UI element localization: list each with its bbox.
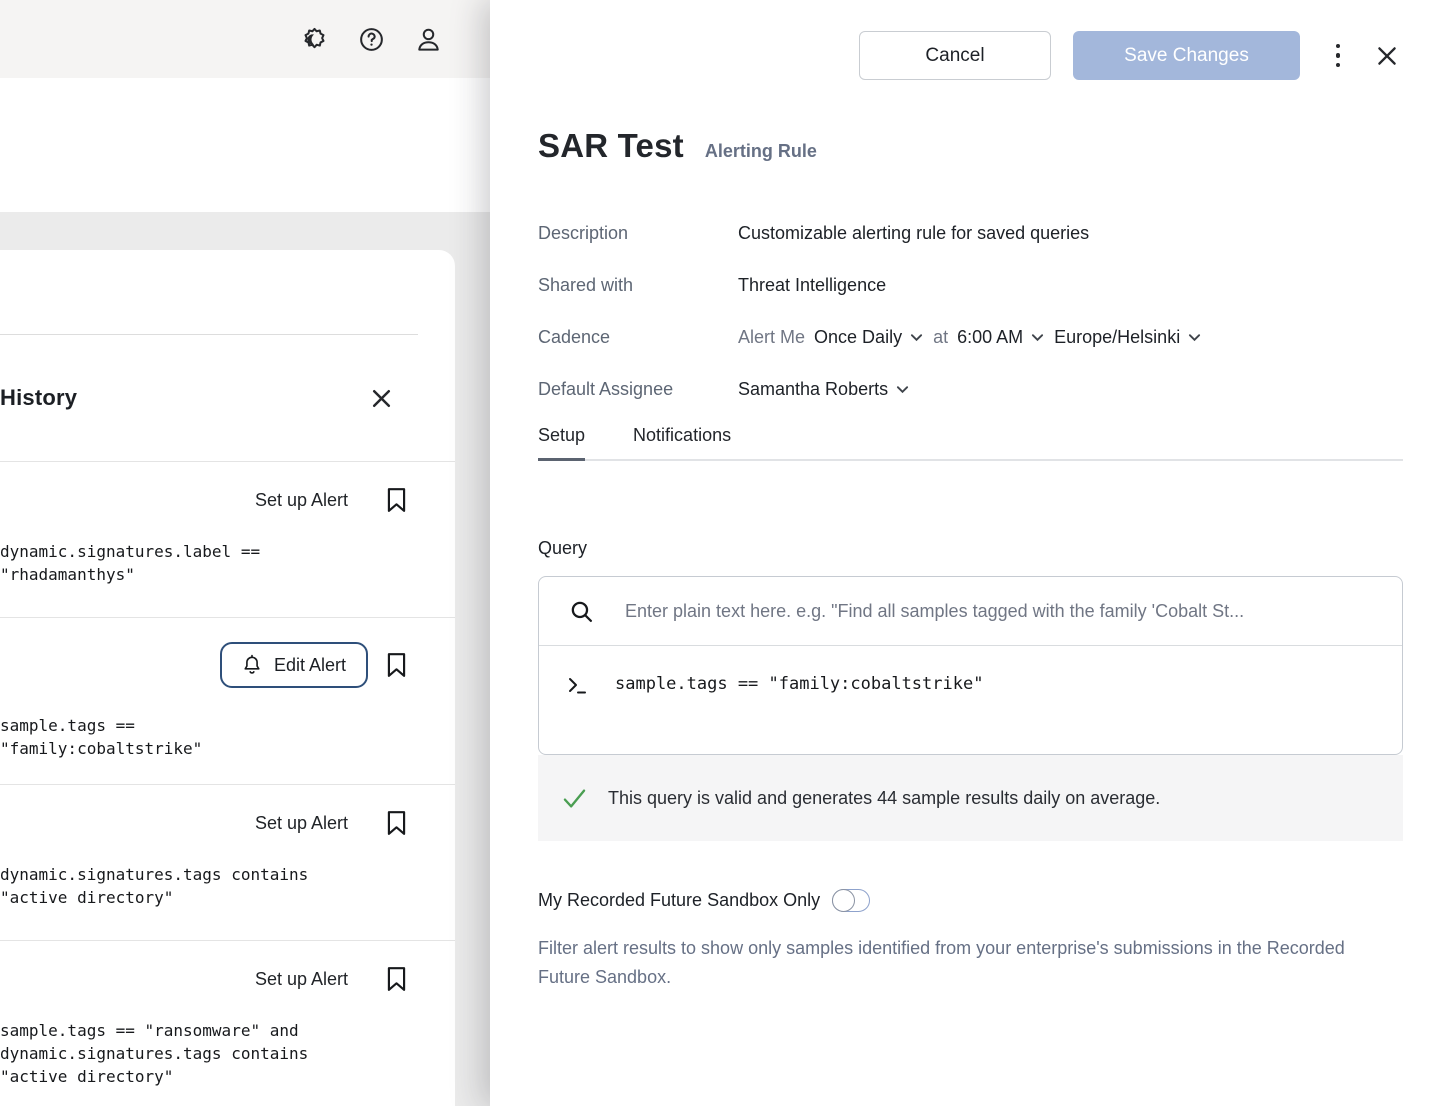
divider [0, 250, 418, 335]
alerting-rule-modal: Cancel Save Changes SAR Test Alerting Ru… [490, 0, 1432, 1106]
sandbox-only-toggle[interactable] [832, 889, 870, 912]
save-changes-button[interactable]: Save Changes [1073, 31, 1300, 80]
description-row: Description Customizable alerting rule f… [538, 223, 1403, 244]
search-icon [567, 597, 595, 625]
history-query[interactable]: dynamic.signatures.label == "rhadamanthy… [0, 540, 455, 586]
query-editor-value[interactable]: sample.tags == "family:cobaltstrike" [615, 671, 983, 694]
bookmark-icon[interactable] [382, 809, 410, 837]
history-close-icon[interactable] [367, 384, 395, 412]
page-title: SAR Test [538, 127, 684, 165]
chevron-down-icon [909, 331, 924, 344]
cadence-time-dropdown[interactable]: 6:00 AM [957, 327, 1045, 348]
sandbox-only-label: My Recorded Future Sandbox Only [538, 890, 820, 911]
kebab-menu-icon[interactable] [1323, 39, 1353, 73]
sandbox-help-text: Filter alert results to show only sample… [538, 934, 1396, 992]
history-panel: History Set up Alert dynamic.signatures [0, 250, 455, 1106]
tab-bar: Setup Notifications [538, 425, 1403, 461]
shared-with-row: Shared with Threat Intelligence [538, 275, 1403, 296]
assignee-dropdown[interactable]: Samantha Roberts [738, 379, 910, 400]
history-query[interactable]: dynamic.signatures.tags contains "active… [0, 863, 455, 909]
tab-notifications[interactable]: Notifications [633, 425, 731, 459]
cadence-row: Cadence Alert Me Once Daily at 6:00 AM E… [538, 327, 1403, 348]
set-up-alert-button[interactable]: Set up Alert [255, 969, 348, 990]
chevron-down-icon [895, 383, 910, 396]
shared-with-label: Shared with [538, 275, 738, 296]
shared-with-value: Threat Intelligence [738, 275, 886, 296]
toggle-knob [832, 889, 855, 912]
history-item: Set up Alert dynamic.signatures.tags con… [0, 784, 455, 940]
assignee-label: Default Assignee [538, 379, 738, 400]
history-query[interactable]: sample.tags == "family:cobaltstrike" [0, 714, 455, 760]
cadence-at: at [933, 327, 948, 348]
query-validation-banner: This query is valid and generates 44 sam… [538, 755, 1403, 841]
plain-text-search-input[interactable] [625, 601, 1382, 622]
help-icon[interactable] [357, 25, 385, 53]
history-panel-title: History [0, 385, 77, 411]
cadence-timezone-dropdown[interactable]: Europe/Helsinki [1054, 327, 1202, 348]
dark-mode-icon[interactable] [300, 25, 328, 53]
set-up-alert-button[interactable]: Set up Alert [255, 813, 348, 834]
description-label: Description [538, 223, 738, 244]
cadence-frequency-dropdown[interactable]: Once Daily [814, 327, 924, 348]
top-app-bar [0, 0, 490, 78]
query-editor-row: sample.tags == "family:cobaltstrike" [539, 646, 1402, 754]
query-section-label: Query [538, 538, 1403, 559]
screen: ⚙ History Set up Alert [0, 0, 1432, 1106]
history-list: Set up Alert dynamic.signatures.label ==… [0, 461, 455, 1106]
bookmark-icon[interactable] [382, 486, 410, 514]
sandbox-only-row: My Recorded Future Sandbox Only [538, 889, 1403, 912]
history-query[interactable]: sample.tags == "ransomware" and dynamic.… [0, 1019, 455, 1088]
bookmark-icon[interactable] [382, 651, 410, 679]
bookmark-icon[interactable] [382, 965, 410, 993]
bell-icon [242, 654, 262, 676]
page-toolbar [0, 78, 490, 212]
profile-icon[interactable] [414, 25, 442, 53]
plain-text-search-row [539, 577, 1402, 646]
tab-setup[interactable]: Setup [538, 425, 585, 459]
description-value: Customizable alerting rule for saved que… [738, 223, 1089, 244]
chevron-down-icon [1187, 331, 1202, 344]
history-header: History [0, 335, 455, 461]
history-item: Set up Alert dynamic.signatures.label ==… [0, 461, 455, 617]
rule-metadata: Description Customizable alerting rule f… [538, 223, 1403, 400]
close-icon[interactable] [1371, 40, 1403, 72]
cadence-label: Cadence [538, 327, 738, 348]
assignee-row: Default Assignee Samantha Roberts [538, 379, 1403, 400]
chevron-down-icon [1030, 331, 1045, 344]
check-icon [560, 784, 588, 812]
validation-message: This query is valid and generates 44 sam… [608, 788, 1160, 809]
history-item: Edit Alert sample.tags == "family:cobalt… [0, 617, 455, 784]
query-builder: sample.tags == "family:cobaltstrike" [538, 576, 1403, 755]
cadence-prefix: Alert Me [738, 327, 805, 348]
edit-alert-button[interactable]: Edit Alert [220, 642, 368, 688]
rule-type-label: Alerting Rule [705, 141, 817, 162]
modal-header: Cancel Save Changes [538, 31, 1403, 80]
title-row: SAR Test Alerting Rule [538, 127, 1403, 165]
query-section: Query sample.tags [538, 538, 1403, 992]
edit-alert-label: Edit Alert [274, 655, 346, 676]
terminal-prompt-icon [563, 671, 591, 699]
cancel-button[interactable]: Cancel [859, 31, 1051, 80]
history-item: Set up Alert sample.tags == "ransomware"… [0, 940, 455, 1106]
set-up-alert-button[interactable]: Set up Alert [255, 490, 348, 511]
